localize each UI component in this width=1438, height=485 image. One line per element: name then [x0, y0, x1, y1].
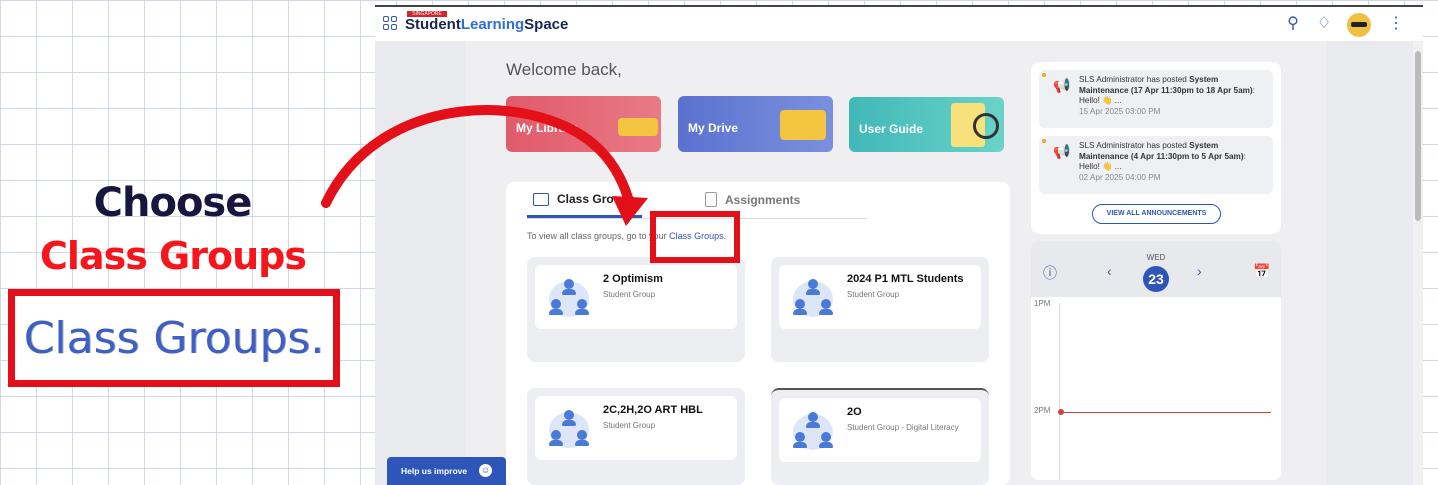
arrow-head [612, 196, 648, 226]
annotation-arrow [321, 105, 648, 226]
arrow-curve [321, 105, 635, 210]
